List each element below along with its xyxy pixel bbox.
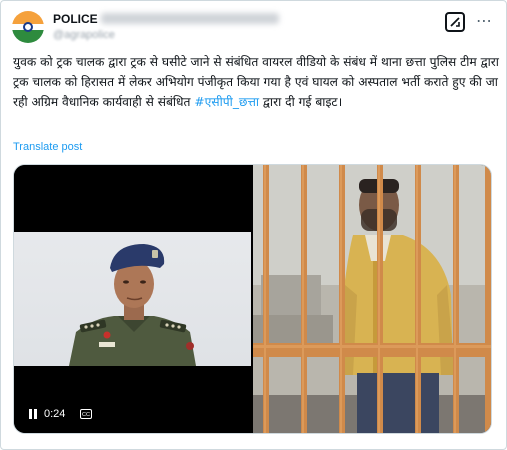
video-player[interactable]: 0:24 CC xyxy=(14,165,251,433)
officer-illustration xyxy=(69,244,196,366)
jail-photo-illustration xyxy=(253,165,491,433)
post-card: POLICE @agrapolice ⋯ युवक को ट्रक चालक द… xyxy=(0,0,507,450)
video-frame xyxy=(14,232,251,366)
grok-icon[interactable] xyxy=(445,12,465,32)
author-handle[interactable]: @agrapolice xyxy=(53,29,115,41)
hashtag-link[interactable]: #एसीपी_छत्ता xyxy=(194,95,259,109)
video-time: 0:24 xyxy=(44,408,66,420)
post-text-end: द्वारा दी गई बाइट। xyxy=(259,95,343,109)
pause-icon[interactable] xyxy=(28,408,38,420)
more-icon[interactable]: ⋯ xyxy=(474,11,494,31)
closed-captions-icon[interactable]: CC xyxy=(80,409,92,419)
post-text: युवक को ट्रक चालक द्वारा ट्रक से घसीटे ज… xyxy=(13,52,500,112)
media-grid: 0:24 CC xyxy=(13,164,492,434)
author-name[interactable]: POLICE xyxy=(53,12,98,26)
translate-post-link[interactable]: Translate post xyxy=(13,141,82,153)
photo-detainee[interactable] xyxy=(253,165,491,433)
author-name-blurred xyxy=(101,13,279,24)
avatar[interactable] xyxy=(12,11,44,43)
